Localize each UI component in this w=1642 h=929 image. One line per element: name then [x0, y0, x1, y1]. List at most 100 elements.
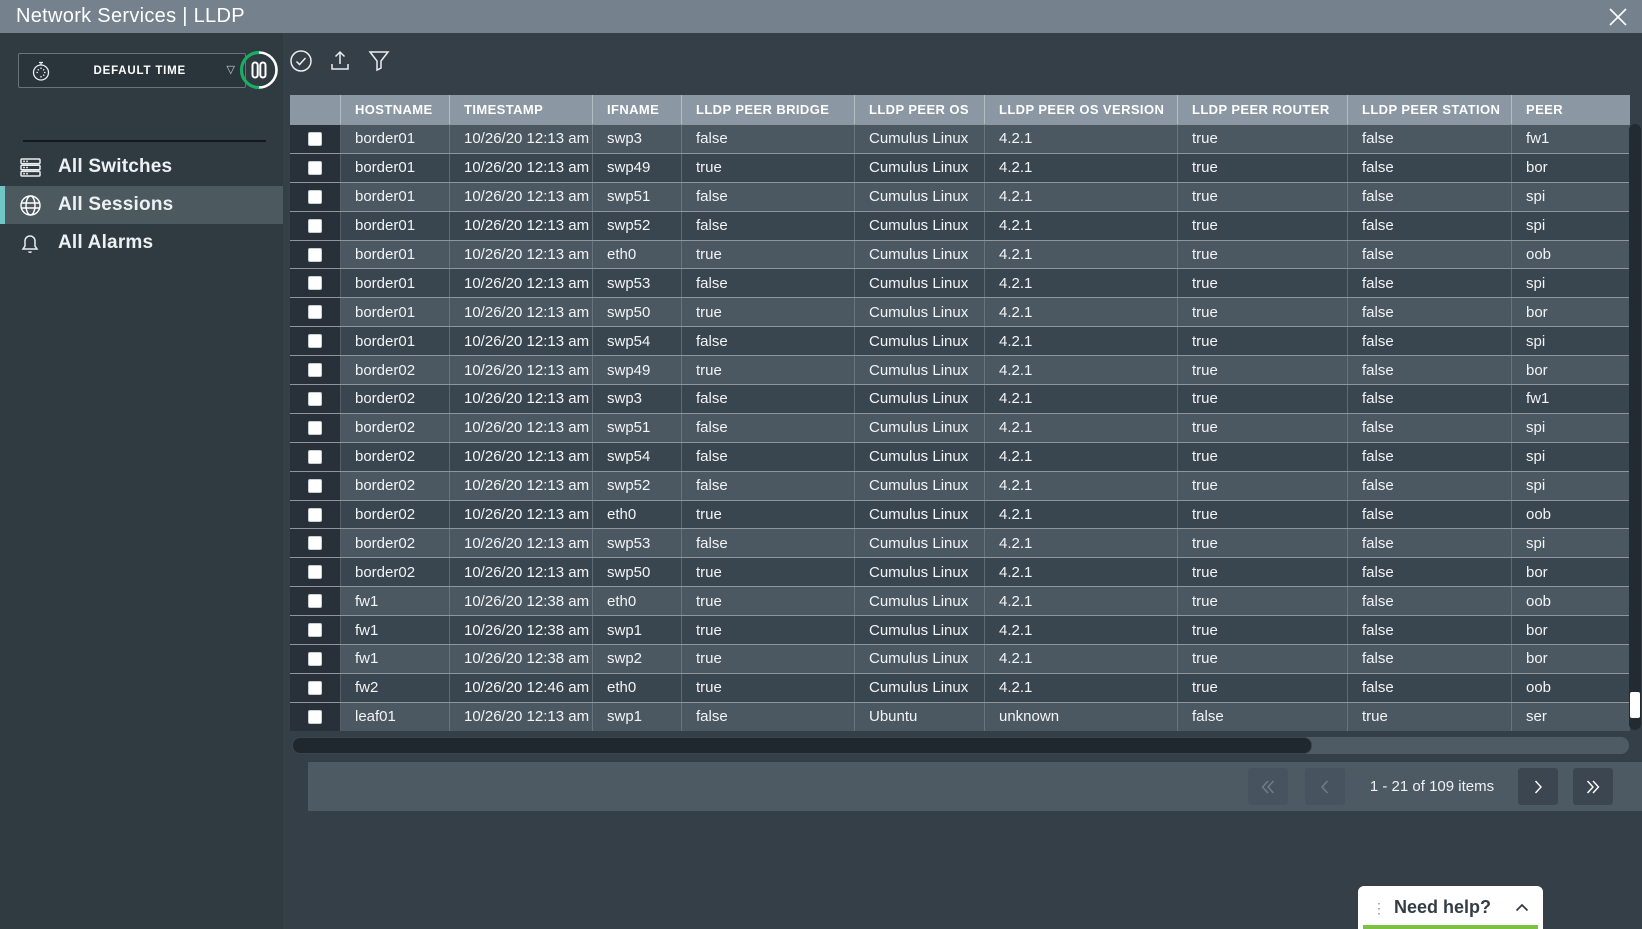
column-header[interactable]: LLDP PEER BRIDGE — [682, 95, 855, 124]
vertical-scrollbar-thumb[interactable] — [1630, 692, 1640, 718]
sidebar-item-all-alarms[interactable]: All Alarms — [0, 224, 283, 262]
column-header[interactable] — [290, 95, 341, 124]
row-checkbox[interactable] — [308, 565, 322, 579]
row-checkbox[interactable] — [308, 450, 322, 464]
column-header[interactable]: PEER — [1512, 95, 1630, 124]
horizontal-scrollbar-thumb[interactable] — [292, 737, 1312, 754]
row-checkbox[interactable] — [308, 161, 322, 175]
table-cell-hostname: border01 — [341, 298, 450, 326]
table-row[interactable]: border0110/26/20 12:13 amswp50trueCumulu… — [290, 297, 1630, 326]
table-cell-station: false — [1348, 269, 1512, 297]
table-cell-hostname: border01 — [341, 125, 450, 153]
row-checkbox[interactable] — [308, 219, 322, 233]
table-cell-timestamp: 10/26/20 12:13 am — [450, 327, 593, 355]
row-checkbox[interactable] — [308, 363, 322, 377]
table-cell-ifname: swp53 — [593, 529, 682, 557]
next-page-button[interactable] — [1518, 768, 1558, 805]
checkbox-cell — [290, 385, 341, 413]
table-cell-os_version: 4.2.1 — [985, 414, 1178, 442]
checkbox-cell — [290, 183, 341, 211]
table-row[interactable]: fw210/26/20 12:46 ameth0trueCumulus Linu… — [290, 673, 1630, 702]
table-cell-hostname: border01 — [341, 241, 450, 269]
upload-icon[interactable] — [327, 48, 353, 74]
close-icon[interactable] — [1604, 3, 1632, 31]
table-cell-router: true — [1178, 443, 1348, 471]
row-checkbox[interactable] — [308, 248, 322, 262]
table-cell-bridge: true — [682, 154, 855, 182]
table-row[interactable]: border0210/26/20 12:13 amswp52falseCumul… — [290, 471, 1630, 500]
table-row[interactable]: border0210/26/20 12:13 ameth0trueCumulus… — [290, 500, 1630, 529]
vertical-scrollbar[interactable] — [1629, 124, 1641, 730]
row-checkbox[interactable] — [308, 681, 322, 695]
table-cell-timestamp: 10/26/20 12:13 am — [450, 241, 593, 269]
table-row[interactable]: fw110/26/20 12:38 amswp1trueCumulus Linu… — [290, 615, 1630, 644]
table-row[interactable]: fw110/26/20 12:38 amswp2trueCumulus Linu… — [290, 644, 1630, 673]
column-header[interactable]: LLDP PEER STATION — [1348, 95, 1512, 124]
sidebar-item-all-switches[interactable]: All Switches — [0, 148, 283, 186]
row-checkbox[interactable] — [308, 508, 322, 522]
checkbox-cell — [290, 703, 341, 731]
row-checkbox[interactable] — [308, 536, 322, 550]
row-checkbox[interactable] — [308, 334, 322, 348]
table-row[interactable]: border0210/26/20 12:13 amswp54falseCumul… — [290, 442, 1630, 471]
sidebar-item-all-sessions[interactable]: All Sessions — [0, 186, 283, 224]
table-cell-os: Cumulus Linux — [855, 414, 985, 442]
column-header[interactable]: LLDP PEER ROUTER — [1178, 95, 1348, 124]
table-cell-bridge: true — [682, 674, 855, 702]
table-row[interactable]: border0210/26/20 12:13 amswp51falseCumul… — [290, 413, 1630, 442]
column-header[interactable]: HOSTNAME — [341, 95, 450, 124]
table-cell-os_version: unknown — [985, 703, 1178, 731]
table-cell-ifname: eth0 — [593, 674, 682, 702]
table-row[interactable]: border0110/26/20 12:13 amswp51falseCumul… — [290, 182, 1630, 211]
column-header[interactable]: IFNAME — [593, 95, 682, 124]
table-cell-station: false — [1348, 327, 1512, 355]
table-cell-bridge: true — [682, 241, 855, 269]
time-range-dropdown[interactable]: DEFAULT TIME ▽ — [18, 53, 246, 88]
row-checkbox[interactable] — [308, 594, 322, 608]
row-checkbox[interactable] — [308, 479, 322, 493]
table-row[interactable]: border0210/26/20 12:13 amswp50trueCumulu… — [290, 557, 1630, 586]
table-row[interactable]: leaf0110/26/20 12:13 amswp1falseUbuntuun… — [290, 702, 1630, 731]
table-cell-router: true — [1178, 616, 1348, 644]
row-checkbox[interactable] — [308, 421, 322, 435]
last-page-button[interactable] — [1573, 768, 1613, 805]
column-header[interactable]: TIMESTAMP — [450, 95, 593, 124]
first-page-button[interactable] — [1248, 768, 1288, 805]
row-checkbox[interactable] — [308, 132, 322, 146]
column-header[interactable]: LLDP PEER OS — [855, 95, 985, 124]
row-checkbox[interactable] — [308, 623, 322, 637]
check-circle-icon[interactable] — [288, 48, 314, 74]
horizontal-scrollbar[interactable] — [292, 737, 1629, 754]
table-cell-os: Cumulus Linux — [855, 154, 985, 182]
row-checkbox[interactable] — [308, 652, 322, 666]
row-checkbox[interactable] — [308, 190, 322, 204]
table-row[interactable]: border0110/26/20 12:13 amswp54falseCumul… — [290, 326, 1630, 355]
checkbox-cell — [290, 501, 341, 529]
table-row[interactable]: border0210/26/20 12:13 amswp49trueCumulu… — [290, 355, 1630, 384]
table-row[interactable]: border0110/26/20 12:13 amswp49trueCumulu… — [290, 153, 1630, 182]
table-row[interactable]: border0210/26/20 12:13 amswp3falseCumulu… — [290, 384, 1630, 413]
table-row[interactable]: fw110/26/20 12:38 ameth0trueCumulus Linu… — [290, 586, 1630, 615]
table-row[interactable]: border0110/26/20 12:13 amswp3falseCumulu… — [290, 124, 1630, 153]
previous-page-button[interactable] — [1305, 768, 1345, 805]
need-help-button[interactable]: ⋮ Need help? — [1358, 886, 1543, 929]
table-cell-bridge: false — [682, 443, 855, 471]
table-cell-station: false — [1348, 385, 1512, 413]
table-cell-router: true — [1178, 212, 1348, 240]
column-header[interactable]: LLDP PEER OS VERSION — [985, 95, 1178, 124]
table-row[interactable]: border0110/26/20 12:13 ameth0trueCumulus… — [290, 240, 1630, 269]
table-row[interactable]: border0110/26/20 12:13 amswp52falseCumul… — [290, 211, 1630, 240]
table-cell-station: false — [1348, 183, 1512, 211]
table-row[interactable]: border0110/26/20 12:13 amswp53falseCumul… — [290, 268, 1630, 297]
row-checkbox[interactable] — [308, 392, 322, 406]
table-cell-os_version: 4.2.1 — [985, 183, 1178, 211]
pause-refresh-button[interactable] — [238, 49, 280, 91]
table-cell-os_version: 4.2.1 — [985, 529, 1178, 557]
table-cell-bridge: false — [682, 703, 855, 731]
row-checkbox[interactable] — [308, 710, 322, 724]
row-checkbox[interactable] — [308, 276, 322, 290]
row-checkbox[interactable] — [308, 305, 322, 319]
filter-icon[interactable] — [366, 48, 392, 74]
table-row[interactable]: border0210/26/20 12:13 amswp53falseCumul… — [290, 528, 1630, 557]
table-cell-hostname: fw1 — [341, 645, 450, 673]
